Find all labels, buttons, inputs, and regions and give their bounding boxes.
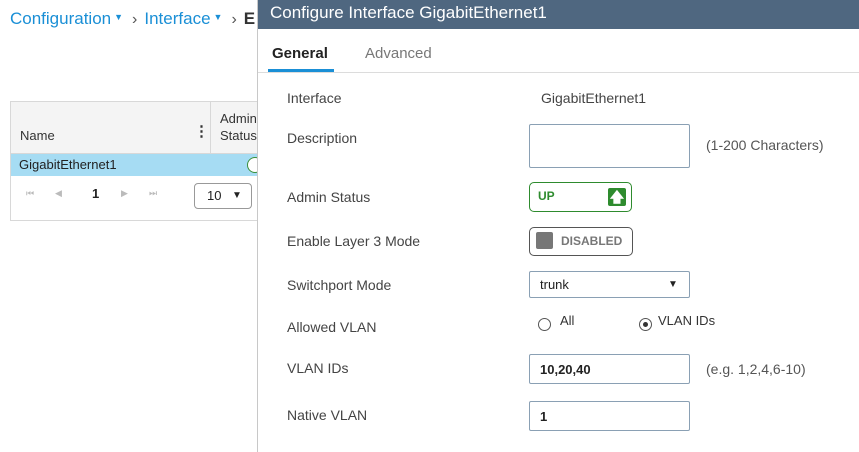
table-row[interactable]: GigabitEthernet1 bbox=[11, 154, 263, 176]
allowed-vlan-all-label[interactable]: All bbox=[560, 313, 574, 328]
chevron-right-icon: › bbox=[132, 11, 138, 28]
active-tab-indicator bbox=[268, 69, 334, 72]
first-page-icon[interactable]: ⏮ bbox=[26, 188, 34, 199]
column-header-name[interactable]: Name bbox=[20, 128, 55, 143]
column-header-admin-line1: Admin bbox=[220, 111, 257, 126]
last-page-icon[interactable]: ⏭ bbox=[149, 188, 157, 199]
breadcrumb: Configuration ▼ › Interface ▼ › E bbox=[10, 9, 255, 29]
pagination: ⏮ ◀ 1 ▶ ⏭ 10 ▼ bbox=[11, 180, 261, 210]
native-vlan-value: 1 bbox=[540, 409, 548, 424]
description-textarea[interactable] bbox=[529, 124, 690, 168]
switchport-mode-label: Switchport Mode bbox=[287, 277, 392, 293]
page-size-value: 10 bbox=[207, 188, 222, 203]
admin-status-toggle[interactable]: UP 🡅 bbox=[529, 182, 632, 212]
interface-grid: Name ⋮ Admin Status GigabitEthernet1 ⏮ ◀… bbox=[10, 101, 263, 221]
column-menu-icon[interactable]: ⋮ bbox=[194, 124, 209, 139]
description-label: Description bbox=[287, 130, 358, 146]
layer3-mode-label: Enable Layer 3 Mode bbox=[287, 233, 421, 249]
breadcrumb-configuration[interactable]: Configuration ▼ bbox=[10, 9, 123, 29]
arrow-up-icon: 🡅 bbox=[608, 188, 626, 206]
tab-advanced[interactable]: Advanced bbox=[365, 45, 432, 62]
caret-down-icon: ▼ bbox=[213, 12, 223, 22]
allowed-vlan-ids-radio[interactable] bbox=[639, 318, 652, 331]
tab-general[interactable]: General bbox=[272, 45, 328, 62]
toggle-knob bbox=[536, 232, 553, 249]
column-divider bbox=[210, 102, 211, 153]
radio-selected-dot bbox=[643, 322, 648, 327]
vlan-ids-input[interactable]: 10,20,40 bbox=[529, 354, 690, 384]
current-page: 1 bbox=[92, 186, 100, 201]
configure-interface-dialog: Configure Interface GigabitEthernet1 Gen… bbox=[257, 0, 859, 452]
row-interface-name: GigabitEthernet1 bbox=[19, 157, 117, 172]
breadcrumb-configuration-label: Configuration bbox=[10, 9, 112, 28]
switchport-mode-value: trunk bbox=[540, 277, 569, 292]
interface-value: GigabitEthernet1 bbox=[541, 90, 647, 106]
vlan-ids-hint: (e.g. 1,2,4,6-10) bbox=[706, 361, 806, 377]
breadcrumb-interface-label: Interface bbox=[144, 9, 211, 28]
dialog-header: Configure Interface GigabitEthernet1 bbox=[258, 0, 859, 29]
breadcrumb-current: E bbox=[243, 9, 256, 28]
switchport-mode-select[interactable]: trunk ▼ bbox=[529, 271, 690, 298]
admin-status-label: Admin Status bbox=[287, 189, 371, 205]
chevron-right-icon: › bbox=[231, 11, 237, 28]
dialog-title: Configure Interface GigabitEthernet1 bbox=[270, 3, 547, 22]
layer3-mode-toggle[interactable]: DISABLED bbox=[529, 227, 633, 256]
breadcrumb-interface[interactable]: Interface ▼ bbox=[144, 9, 222, 29]
column-header-admin-status[interactable]: Admin Status bbox=[220, 110, 257, 144]
page-size-select[interactable]: 10 ▼ bbox=[194, 183, 252, 209]
next-page-icon[interactable]: ▶ bbox=[121, 188, 128, 199]
dialog-tabs: General Advanced bbox=[258, 29, 859, 73]
native-vlan-label: Native VLAN bbox=[287, 407, 368, 423]
admin-status-value: UP bbox=[538, 189, 555, 203]
caret-down-icon: ▼ bbox=[232, 190, 242, 201]
column-header-admin-line2: Status bbox=[220, 128, 257, 143]
native-vlan-input[interactable]: 1 bbox=[529, 401, 690, 431]
grid-header: Name ⋮ Admin Status bbox=[11, 102, 261, 154]
allowed-vlan-label: Allowed VLAN bbox=[287, 319, 377, 335]
description-hint: (1-200 Characters) bbox=[706, 137, 824, 153]
caret-down-icon: ▼ bbox=[114, 12, 124, 22]
vlan-ids-label: VLAN IDs bbox=[287, 360, 349, 376]
allowed-vlan-ids-label[interactable]: VLAN IDs bbox=[658, 313, 715, 328]
layer3-mode-value: DISABLED bbox=[561, 234, 623, 248]
vlan-ids-value: 10,20,40 bbox=[540, 362, 591, 377]
interface-label: Interface bbox=[287, 90, 342, 106]
prev-page-icon[interactable]: ◀ bbox=[55, 188, 62, 199]
caret-down-icon: ▼ bbox=[668, 279, 678, 290]
allowed-vlan-all-radio[interactable] bbox=[538, 318, 551, 331]
